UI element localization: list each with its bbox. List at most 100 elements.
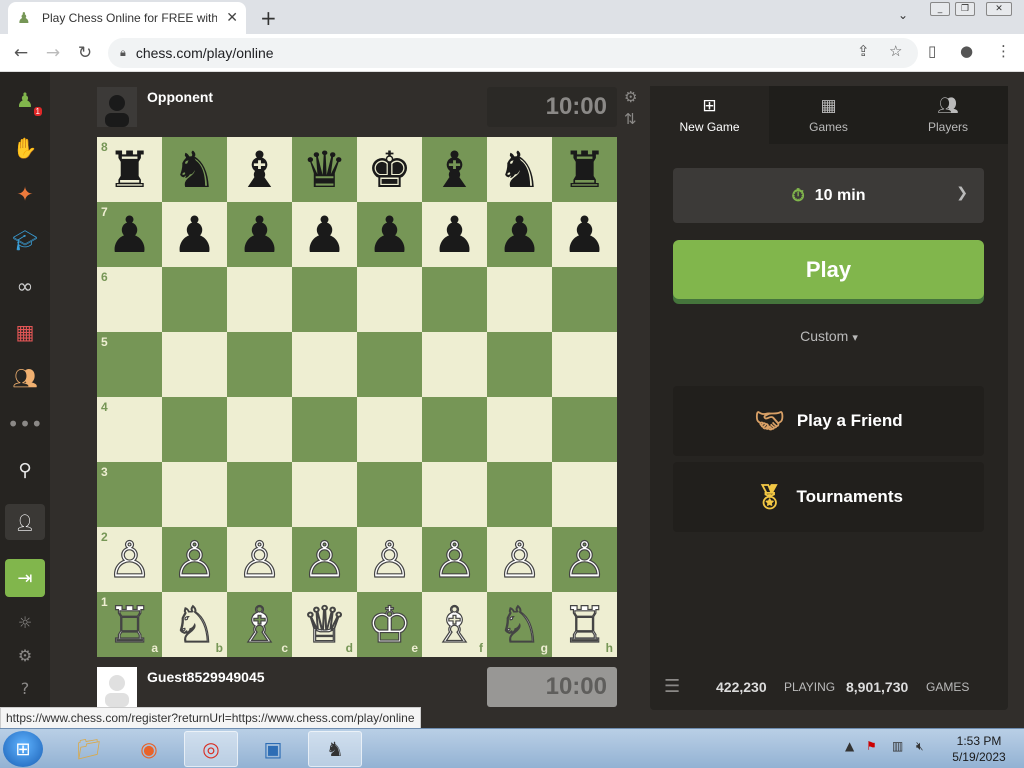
volume-icon[interactable]: 🔇︎ (916, 739, 924, 754)
new-tab-button[interactable]: + (260, 6, 277, 30)
board-square-g7[interactable]: ♟ (487, 202, 552, 267)
board-square-a4[interactable]: 4 (97, 397, 162, 462)
board-square-c7[interactable]: ♟ (227, 202, 292, 267)
board-square-f2[interactable]: ♙ (422, 527, 487, 592)
board-square-a7[interactable]: 7 ♟ (97, 202, 162, 267)
explorer-icon[interactable]: 📁︎ (62, 731, 116, 767)
black-piece[interactable]: ♟ (227, 202, 292, 267)
board-square-e5[interactable] (357, 332, 422, 397)
login-icon[interactable]: ⇥ (5, 559, 45, 597)
white-piece[interactable]: ♙ (552, 527, 617, 592)
board-square-f1[interactable]: f ♗ (422, 592, 487, 657)
black-piece[interactable]: ♞ (162, 137, 227, 202)
board-square-h7[interactable]: ♟ (552, 202, 617, 267)
settings-icon[interactable]: ⚙ (5, 637, 45, 673)
board-square-g3[interactable] (487, 462, 552, 527)
board-square-h3[interactable] (552, 462, 617, 527)
tab-new-game[interactable]: ⊞ New Game (650, 86, 769, 144)
board-square-b1[interactable]: b ♘ (162, 592, 227, 657)
white-piece[interactable]: ♕ (292, 592, 357, 657)
board-square-e2[interactable]: ♙ (357, 527, 422, 592)
black-piece[interactable]: ♟ (552, 202, 617, 267)
black-piece[interactable]: ♟ (357, 202, 422, 267)
black-piece[interactable]: ♛ (292, 137, 357, 202)
board-square-f8[interactable]: ♝ (422, 137, 487, 202)
board-square-b2[interactable]: ♙ (162, 527, 227, 592)
board-square-c8[interactable]: ♝ (227, 137, 292, 202)
board-square-d5[interactable] (292, 332, 357, 397)
board-square-g4[interactable] (487, 397, 552, 462)
board-square-a1[interactable]: 1 a ♖ (97, 592, 162, 657)
board-square-b8[interactable]: ♞ (162, 137, 227, 202)
reload-button[interactable]: ↻ (74, 42, 96, 64)
board-square-h8[interactable]: ♜ (552, 137, 617, 202)
time-control-select[interactable]: ⏱ 10 min ❯ (673, 168, 984, 223)
board-square-c1[interactable]: c ♗ (227, 592, 292, 657)
system-clock[interactable]: 1:53 PM 5/19/2023 (944, 733, 1014, 765)
board-square-g8[interactable]: ♞ (487, 137, 552, 202)
board-square-g6[interactable] (487, 267, 552, 332)
flag-icon[interactable]: ⚑ (866, 739, 877, 753)
close-window-button[interactable]: ✕ (986, 2, 1012, 16)
board-square-h1[interactable]: h ♖ (552, 592, 617, 657)
board-square-a6[interactable]: 6 (97, 267, 162, 332)
black-piece[interactable]: ♝ (227, 137, 292, 202)
board-square-d4[interactable] (292, 397, 357, 462)
board-square-d6[interactable] (292, 267, 357, 332)
board-square-g2[interactable]: ♙ (487, 527, 552, 592)
chevron-down-icon[interactable]: ⌄ (898, 8, 908, 22)
white-piece[interactable]: ♙ (97, 527, 162, 592)
board-square-e7[interactable]: ♟ (357, 202, 422, 267)
board-square-c3[interactable] (227, 462, 292, 527)
control-panel-icon[interactable]: ▣ (246, 731, 300, 767)
puzzles-icon[interactable]: ✋ (5, 130, 45, 166)
more-icon[interactable]: ••• (5, 406, 45, 442)
watch-icon[interactable]: ∞ (5, 268, 45, 304)
board-square-b5[interactable] (162, 332, 227, 397)
play-button[interactable]: Play (673, 240, 984, 299)
black-piece[interactable]: ♚ (357, 137, 422, 202)
custom-toggle[interactable]: Custom ▾ (650, 328, 1008, 344)
profile-icon[interactable]: ● (960, 42, 973, 60)
bookmark-star-icon[interactable]: ☆ (889, 42, 902, 60)
board-square-f6[interactable] (422, 267, 487, 332)
chat-icon[interactable]: ☰ (664, 676, 680, 697)
board-square-f4[interactable] (422, 397, 487, 462)
white-piece[interactable]: ♙ (422, 527, 487, 592)
lessons-icon[interactable]: 🎓︎ (5, 222, 45, 258)
board-square-a8[interactable]: 8 ♜ (97, 137, 162, 202)
tab-games[interactable]: ▦ Games (769, 86, 888, 144)
black-piece[interactable]: ♟ (97, 202, 162, 267)
share-icon[interactable]: ⇪ (857, 42, 870, 60)
white-piece[interactable]: ♗ (227, 592, 292, 657)
board-square-d2[interactable]: ♙ (292, 527, 357, 592)
board-square-c4[interactable] (227, 397, 292, 462)
black-piece[interactable]: ♟ (487, 202, 552, 267)
board-square-h5[interactable] (552, 332, 617, 397)
white-piece[interactable]: ♖ (97, 592, 162, 657)
browser-tab[interactable]: ♟ Play Chess Online for FREE with F ✕ (8, 2, 246, 34)
board-square-c6[interactable] (227, 267, 292, 332)
board-square-e3[interactable] (357, 462, 422, 527)
white-piece[interactable]: ♗ (422, 592, 487, 657)
signup-icon[interactable]: 👤︎ (5, 504, 45, 540)
help-icon[interactable]: ? (5, 670, 45, 706)
tournaments-button[interactable]: 🏅︎ Tournaments (673, 462, 984, 532)
board-square-f7[interactable]: ♟ (422, 202, 487, 267)
tray-expand-icon[interactable]: ▲ (845, 739, 854, 753)
network-icon[interactable]: ▥ (892, 739, 903, 753)
board-square-e4[interactable] (357, 397, 422, 462)
black-piece[interactable]: ♝ (422, 137, 487, 202)
white-piece[interactable]: ♙ (292, 527, 357, 592)
board-square-g5[interactable] (487, 332, 552, 397)
board-square-a3[interactable]: 3 (97, 462, 162, 527)
white-piece[interactable]: ♖ (552, 592, 617, 657)
white-piece[interactable]: ♙ (227, 527, 292, 592)
black-piece[interactable]: ♜ (552, 137, 617, 202)
restore-button[interactable]: ❐ (955, 2, 975, 16)
menu-icon[interactable]: ⋮ (996, 42, 1011, 60)
board-square-d7[interactable]: ♟ (292, 202, 357, 267)
theme-icon[interactable]: ☼ (5, 604, 45, 640)
back-button[interactable]: ← (10, 42, 32, 64)
board-square-c2[interactable]: ♙ (227, 527, 292, 592)
